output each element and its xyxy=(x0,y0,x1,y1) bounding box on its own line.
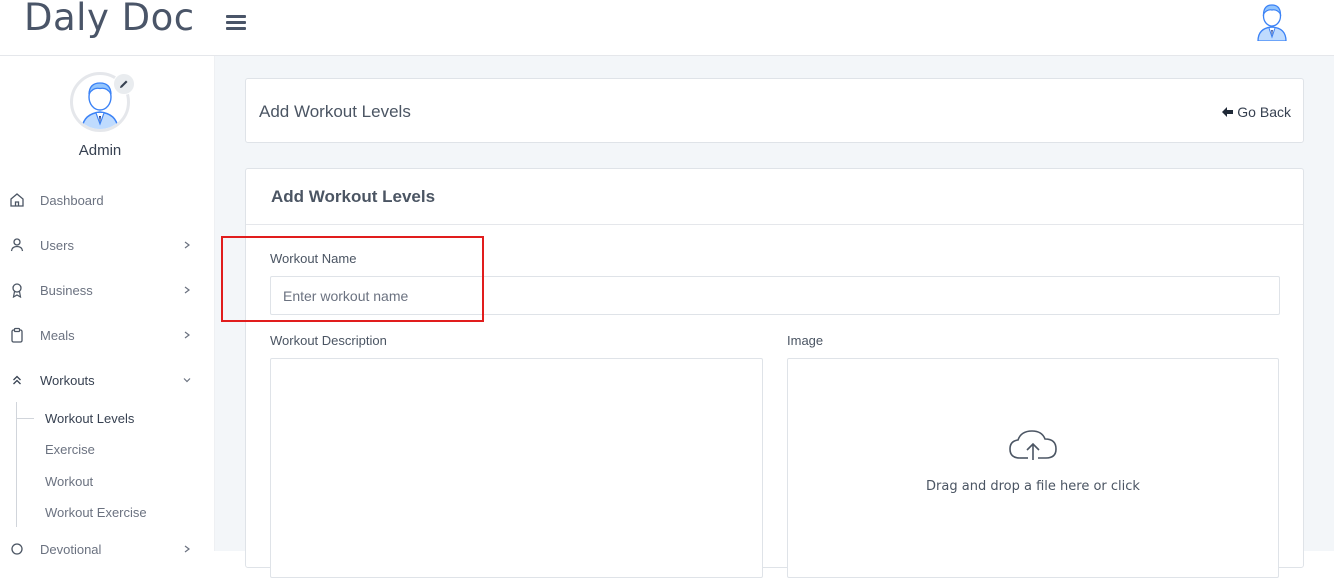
chevron-down-icon xyxy=(183,378,191,383)
go-back-button[interactable]: Go Back xyxy=(1221,104,1291,120)
sidebar-item-label: Devotional xyxy=(40,541,102,557)
circle-icon xyxy=(11,543,23,555)
form-title: Add Workout Levels xyxy=(271,187,436,206)
sidebar-item-label: Workouts xyxy=(40,372,95,388)
dropzone-text: Drag and drop a file here or click xyxy=(926,479,1140,494)
image-dropzone[interactable]: Drag and drop a file here or click xyxy=(787,358,1279,578)
chevron-right-icon xyxy=(184,545,190,553)
divider xyxy=(246,224,1303,225)
go-back-label: Go Back xyxy=(1237,104,1291,120)
sidebar-subitem-workout-levels[interactable]: Workout Levels xyxy=(45,411,200,426)
page-header-card: Add Workout Levels Go Back xyxy=(245,78,1304,143)
sidebar-item-label: Dashboard xyxy=(40,192,104,208)
submenu-tree-line xyxy=(16,402,17,527)
submenu-active-tick xyxy=(16,418,34,419)
sidebar-item-users[interactable]: Users xyxy=(0,230,200,260)
workout-description-textarea[interactable] xyxy=(270,358,763,578)
main-content: Add Workout Levels Go Back Add Workout L… xyxy=(215,56,1334,578)
sidebar-item-business[interactable]: Business xyxy=(0,275,200,305)
form-card: Add Workout Levels Workout Name Workout … xyxy=(245,168,1304,578)
arrow-left-icon xyxy=(1222,107,1234,117)
image-label: Image xyxy=(787,333,824,348)
page-title: Add Workout Levels xyxy=(259,102,411,121)
user-icon xyxy=(10,238,24,252)
sidebar-subitem-exercise[interactable]: Exercise xyxy=(45,442,200,457)
workout-name-input[interactable] xyxy=(270,276,1280,315)
pencil-icon[interactable] xyxy=(113,73,135,95)
chevrons-up-icon xyxy=(13,375,21,385)
hamburger-menu-icon[interactable] xyxy=(226,15,246,31)
sidebar-item-meals[interactable]: Meals xyxy=(0,320,200,350)
profile-name: Admin xyxy=(78,142,122,159)
user-avatar-icon[interactable] xyxy=(1253,1,1291,42)
brand-logo[interactable]: Daly Doc xyxy=(24,0,195,39)
sidebar-item-label: Users xyxy=(40,237,74,253)
sidebar-item-workouts[interactable]: Workouts xyxy=(0,365,200,395)
sidebar: Admin Dashboard Users Business Meals Wor… xyxy=(0,56,215,557)
clipboard-icon xyxy=(11,327,23,343)
sidebar-subitem-workout-exercise[interactable]: Workout Exercise xyxy=(45,505,200,520)
sidebar-subitem-workout[interactable]: Workout xyxy=(45,474,200,489)
sidebar-item-label: Business xyxy=(40,282,93,298)
home-icon xyxy=(10,193,24,207)
sidebar-item-label: Meals xyxy=(40,327,75,343)
sidebar-item-devotional[interactable]: Devotional xyxy=(0,534,200,564)
award-icon xyxy=(12,283,22,298)
workout-description-label: Workout Description xyxy=(270,333,387,348)
chevron-right-icon xyxy=(184,286,190,294)
cloud-upload-icon xyxy=(1009,430,1057,460)
sidebar-item-dashboard[interactable]: Dashboard xyxy=(0,185,200,215)
chevron-right-icon xyxy=(184,241,190,249)
workout-name-label: Workout Name xyxy=(270,251,357,266)
top-bar: Daly Doc xyxy=(0,0,1334,56)
chevron-right-icon xyxy=(184,331,190,339)
